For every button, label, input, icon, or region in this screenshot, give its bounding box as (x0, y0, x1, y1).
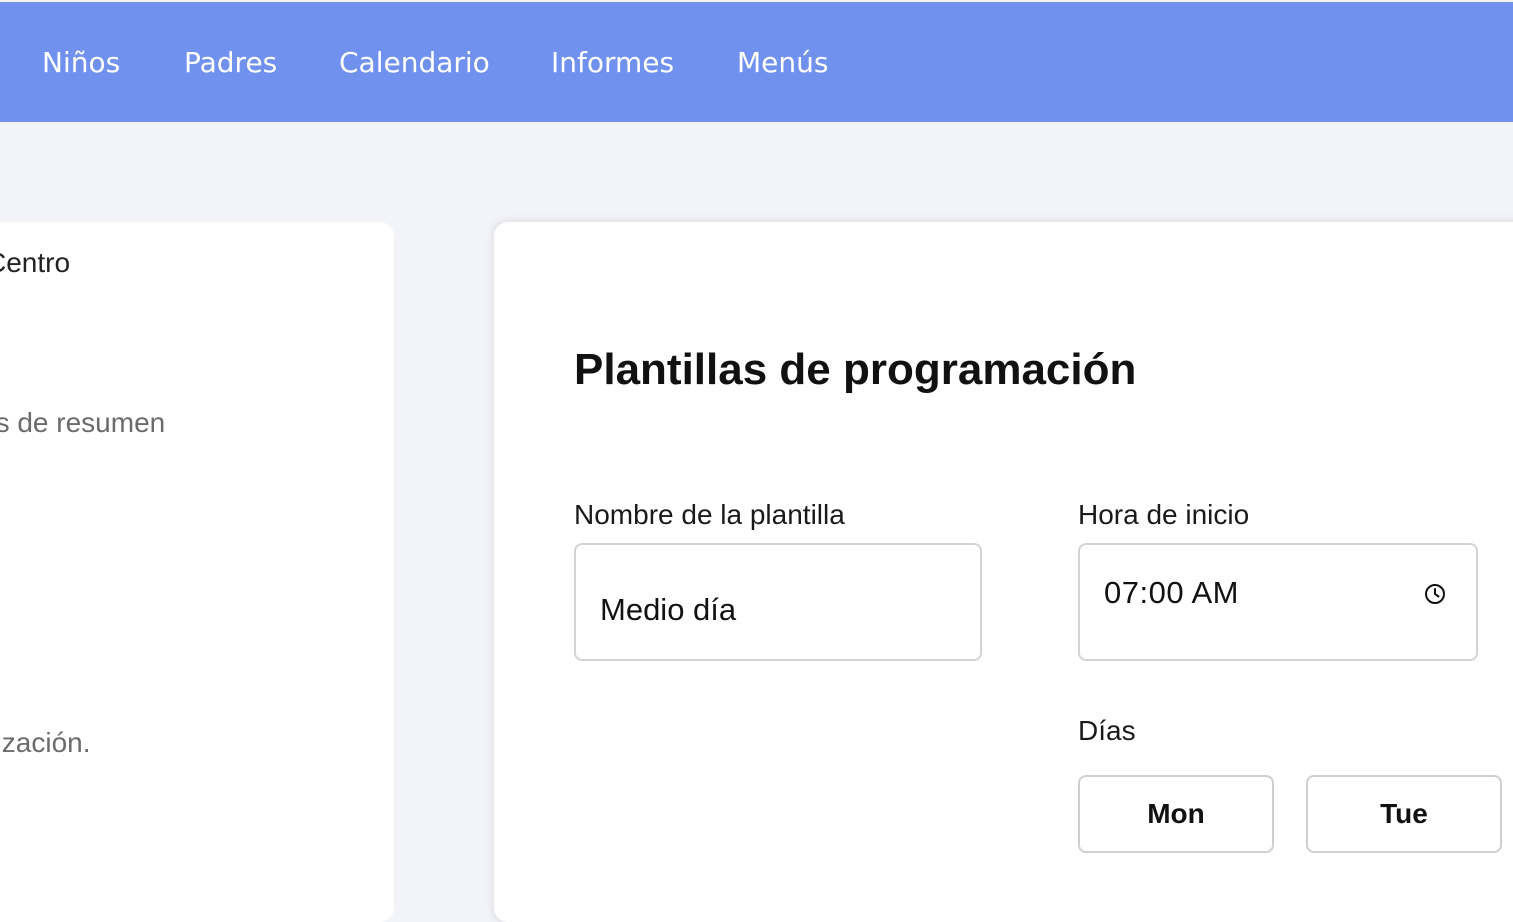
template-name-label: Nombre de la plantilla (574, 499, 845, 530)
nav-item-calendario[interactable]: Calendario (339, 44, 490, 82)
days-label: Días (1078, 715, 1136, 746)
settings-sidebar-card: Centro os de resumen a nización. (0, 222, 394, 922)
day-button-mon[interactable]: Mon (1078, 775, 1274, 853)
day-button-tue[interactable]: Tue (1306, 775, 1502, 853)
start-time-input[interactable]: 07:00 AM (1078, 543, 1478, 661)
page-title: Plantillas de programación (574, 345, 1137, 394)
nav-item-padres[interactable]: Padres (184, 44, 277, 82)
start-time-value: 07:00 AM (1104, 575, 1239, 610)
nav-item-menus[interactable]: Menús (737, 44, 828, 82)
sidebar-item-centro[interactable]: Centro (0, 246, 70, 280)
top-navigation-bar: Niños Padres Calendario Informes Menús (0, 2, 1513, 122)
clock-icon[interactable] (1424, 583, 1446, 605)
nav-item-informes[interactable]: Informes (551, 44, 674, 82)
nav-item-ninos[interactable]: Niños (42, 44, 120, 82)
start-time-label: Hora de inicio (1078, 499, 1250, 530)
sidebar-item-organizacion[interactable]: nización. (0, 726, 91, 760)
sidebar-item-resumen[interactable]: os de resumen (0, 406, 165, 440)
template-name-input[interactable] (574, 543, 982, 661)
schedule-template-card: Plantillas de programación Nombre de la … (494, 222, 1513, 922)
